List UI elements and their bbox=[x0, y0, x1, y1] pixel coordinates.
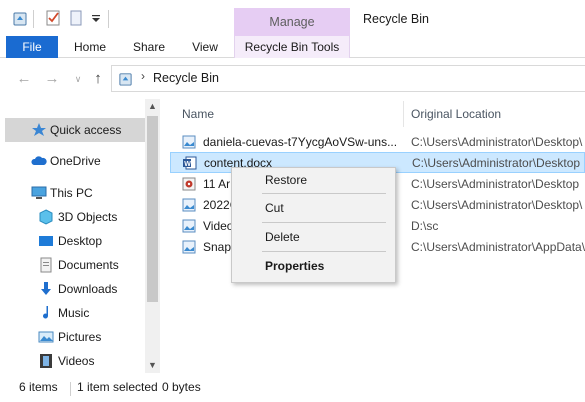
nav-label: Desktop bbox=[58, 234, 103, 248]
tab-file[interactable]: File bbox=[6, 36, 58, 58]
breadcrumb-chevron-icon[interactable]: › bbox=[141, 69, 145, 83]
qat-separator-2 bbox=[108, 10, 109, 28]
nav-quick-access[interactable]: Quick access bbox=[5, 118, 145, 142]
recycle-bin-icon[interactable] bbox=[12, 10, 28, 26]
tab-home[interactable]: Home bbox=[66, 36, 114, 58]
music-note-icon bbox=[43, 306, 48, 319]
nav-desktop[interactable]: Desktop bbox=[5, 229, 145, 253]
tab-view[interactable]: View bbox=[183, 36, 227, 58]
image-file-icon bbox=[182, 198, 196, 212]
download-arrow-icon bbox=[41, 282, 51, 295]
recycle-bin-icon bbox=[119, 73, 132, 86]
scroll-up-arrow-icon[interactable]: ▲ bbox=[145, 99, 160, 114]
status-selection: 1 item selected bbox=[77, 380, 158, 394]
star-icon bbox=[32, 123, 46, 136]
svg-text:W: W bbox=[184, 161, 191, 168]
nav-label: Videos bbox=[58, 354, 95, 368]
image-file-icon bbox=[182, 135, 196, 149]
image-file-icon bbox=[182, 219, 196, 233]
nav-music[interactable]: Music bbox=[5, 301, 145, 325]
address-bar[interactable]: › Recycle Bin bbox=[111, 65, 585, 92]
navigation-pane: Quick access OneDrive This PC 3D Objects… bbox=[0, 99, 160, 373]
tab-share[interactable]: Share bbox=[125, 36, 173, 58]
status-bar: 6 items 1 item selected 0 bytes bbox=[0, 374, 585, 402]
nav-label: OneDrive bbox=[50, 154, 101, 168]
address-row: ← → ∨ ↑ › Recycle Bin bbox=[0, 59, 585, 99]
cube-icon bbox=[39, 209, 53, 225]
nav-label: Pictures bbox=[58, 330, 102, 344]
new-folder-icon[interactable] bbox=[68, 10, 84, 26]
nav-videos[interactable]: Videos bbox=[5, 349, 145, 373]
qat-separator bbox=[33, 10, 34, 28]
status-item-count: 6 items bbox=[19, 380, 58, 394]
ribbon-tab-bar: File Home Share View Recycle Bin Tools bbox=[0, 36, 585, 58]
nav-documents[interactable]: Documents bbox=[5, 253, 145, 277]
file-name: daniela-cuevas-t7YycgAoVSw-uns... bbox=[203, 135, 398, 149]
navigation-pane-scrollbar[interactable]: ▲ ▼ bbox=[145, 99, 160, 373]
menu-separator bbox=[262, 251, 386, 252]
menu-item-cut[interactable]: Cut bbox=[232, 197, 395, 219]
column-header-original-location[interactable]: Original Location bbox=[411, 99, 585, 129]
film-icon bbox=[40, 354, 52, 368]
original-location: C:\Users\Administrator\AppData\ bbox=[411, 240, 585, 254]
back-arrow-icon[interactable]: ← bbox=[14, 69, 34, 89]
media-file-icon bbox=[182, 177, 196, 191]
forward-arrow-icon[interactable]: → bbox=[42, 69, 62, 89]
original-location: C:\Users\Administrator\Desktop\ bbox=[411, 135, 583, 149]
table-row[interactable]: daniela-cuevas-t7YycgAoVSw-uns... C:\Use… bbox=[170, 132, 585, 153]
menu-item-restore[interactable]: Restore bbox=[232, 169, 395, 191]
computer-icon bbox=[31, 186, 47, 199]
window-title: Recycle Bin bbox=[363, 12, 429, 26]
recent-locations-chevron-icon[interactable]: ∨ bbox=[68, 69, 88, 89]
scrollbar-thumb[interactable] bbox=[147, 116, 158, 302]
original-location: C:\Users\Administrator\Desktop bbox=[411, 177, 580, 191]
up-arrow-icon[interactable]: ↑ bbox=[88, 69, 108, 89]
status-separator bbox=[70, 382, 71, 396]
original-location: C:\Users\Administrator\Desktop\ bbox=[411, 198, 583, 212]
manage-contextual-tab[interactable]: Manage bbox=[234, 8, 350, 36]
cloud-icon bbox=[31, 156, 47, 165]
picture-icon bbox=[38, 331, 54, 343]
context-menu: Restore Cut Delete Properties bbox=[231, 167, 396, 283]
menu-item-delete[interactable]: Delete bbox=[232, 226, 395, 248]
nav-label: Quick access bbox=[50, 123, 122, 137]
original-location: C:\Users\Administrator\Desktop bbox=[412, 156, 581, 170]
tab-recycle-bin-tools[interactable]: Recycle Bin Tools bbox=[234, 36, 350, 58]
nav-this-pc[interactable]: This PC bbox=[5, 181, 145, 205]
nav-label: Documents bbox=[58, 258, 119, 272]
menu-separator bbox=[262, 193, 386, 194]
breadcrumb-recycle-bin[interactable]: Recycle Bin bbox=[153, 71, 219, 85]
status-size: 0 bytes bbox=[162, 380, 201, 394]
column-header-name[interactable]: Name bbox=[182, 99, 404, 129]
customize-qat-dropdown-icon[interactable] bbox=[88, 10, 104, 26]
nav-label: Downloads bbox=[58, 282, 118, 296]
nav-pictures[interactable]: Pictures bbox=[5, 325, 145, 349]
nav-downloads[interactable]: Downloads bbox=[5, 277, 145, 301]
document-icon bbox=[40, 257, 52, 273]
nav-label: This PC bbox=[50, 186, 93, 200]
original-location: D:\sc bbox=[411, 219, 439, 233]
nav-label: Music bbox=[58, 306, 90, 320]
menu-separator bbox=[262, 222, 386, 223]
menu-item-properties[interactable]: Properties bbox=[232, 255, 395, 277]
word-document-icon: W bbox=[183, 156, 197, 170]
image-file-icon bbox=[182, 240, 196, 254]
nav-3d-objects[interactable]: 3D Objects bbox=[5, 205, 145, 229]
properties-check-icon[interactable] bbox=[45, 10, 61, 26]
column-divider[interactable] bbox=[403, 101, 404, 127]
title-bar: Manage Recycle Bin bbox=[0, 0, 585, 36]
scroll-down-arrow-icon[interactable]: ▼ bbox=[145, 358, 160, 373]
desktop-icon bbox=[39, 236, 53, 246]
nav-onedrive[interactable]: OneDrive bbox=[5, 149, 145, 173]
nav-label: 3D Objects bbox=[58, 210, 118, 224]
